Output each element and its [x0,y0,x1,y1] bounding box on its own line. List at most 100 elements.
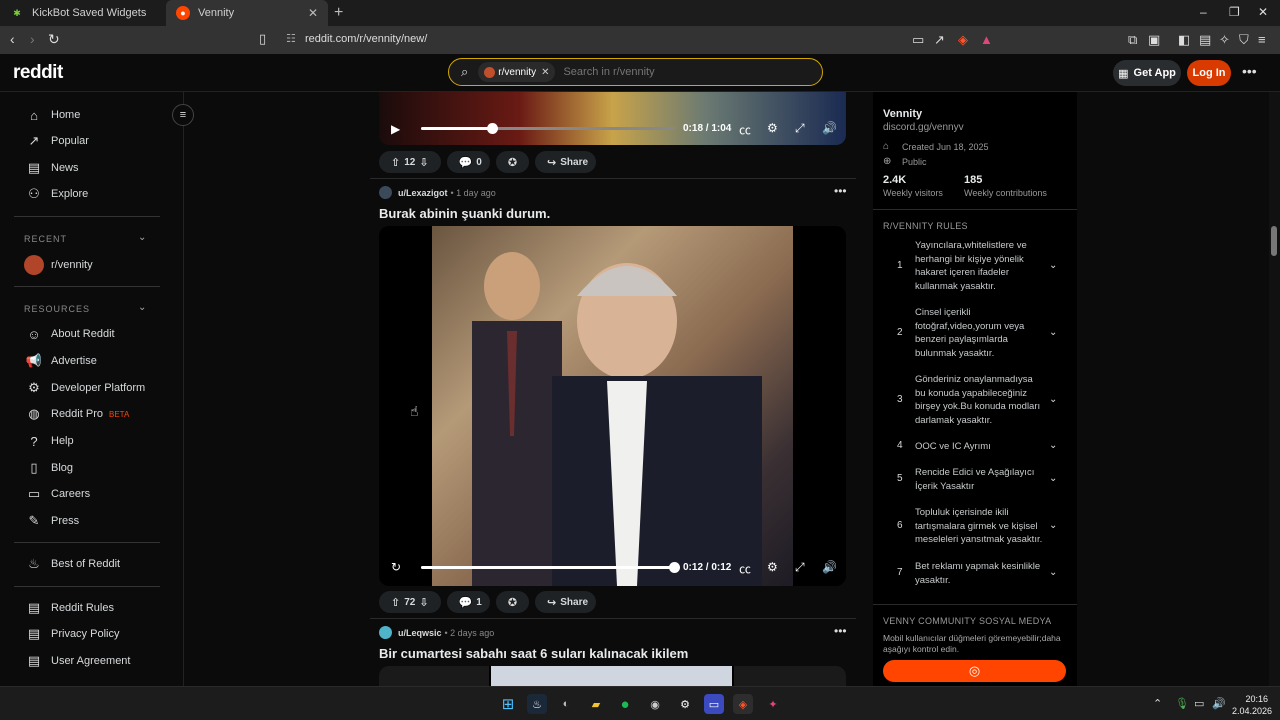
upvote-icon[interactable]: ⇧ [391,596,400,609]
post-author[interactable]: u/Leqwsic [398,628,442,638]
reddit-logo[interactable]: reddit [13,62,63,84]
post-overflow-icon[interactable]: ••• [834,184,847,198]
tab-search-icon[interactable]: ▣ [1148,32,1160,48]
collapse-nav-button[interactable]: ≡ [172,104,194,126]
award-button[interactable]: ✪ [495,151,530,173]
search-input[interactable] [563,66,784,78]
fullscreen-icon[interactable]: ⤢ [795,560,805,575]
spotify-icon[interactable]: ● [615,694,635,714]
nav-blog[interactable]: ▯ Blog [24,455,73,481]
chevron-down-icon[interactable]: ⌄ [1049,260,1057,271]
post-author[interactable]: u/Lexazigot [398,188,448,198]
leo-icon[interactable]: ✧ [1219,32,1230,48]
settings-icon[interactable]: ⚙ [675,694,695,714]
forward-icon[interactable]: › [30,31,35,47]
url-field[interactable]: reddit.com/r/vennity/new/ [305,33,427,45]
nav-privacy[interactable]: ▤ Privacy Policy [24,621,120,647]
github-icon[interactable]: ◉ [645,694,665,714]
recent-heading[interactable]: RECENT [24,234,67,244]
app-icon[interactable]: ✦ [763,694,783,714]
post-media[interactable] [379,666,846,688]
maximize-icon[interactable]: ❐ [1229,5,1240,19]
gear-icon[interactable]: ⚙ [767,121,778,135]
fullscreen-icon[interactable]: ⤢ [795,121,805,136]
upvote-icon[interactable]: ⇧ [391,156,400,169]
steam-icon[interactable]: ♨ [527,694,547,714]
nav-home[interactable]: ⌂ Home [24,102,80,128]
recent-vennity[interactable]: r/vennity [24,252,93,278]
nav-press[interactable]: ✎ Press [24,508,80,534]
brave-icon[interactable]: ◈ [733,694,753,714]
captions-icon[interactable]: ㏄ [739,560,751,577]
share-button[interactable]: ↪ Share [535,151,597,173]
nav-help[interactable]: ? Help [24,428,73,454]
nav-reddit-rules[interactable]: ▤ Reddit Rules [24,595,114,621]
volume-icon[interactable]: 🔊 [822,121,837,135]
chevron-down-icon[interactable]: ⌄ [1049,520,1057,531]
replay-icon[interactable]: ↻ [391,560,401,574]
downvote-icon[interactable]: ⇩ [419,596,428,609]
chip-close-icon[interactable]: ✕ [541,67,549,78]
tab-kickbot[interactable]: ✱ KickBot Saved Widgets [0,0,166,26]
brave-rewards-icon[interactable]: ▲ [980,32,993,47]
volume-icon[interactable]: 🔊 [1212,697,1226,710]
chevron-down-icon[interactable]: ⌄ [1049,567,1057,578]
nav-news[interactable]: ▤ News [24,155,79,181]
file-explorer-icon[interactable]: ▰ [586,694,606,714]
chevron-down-icon[interactable]: ⌄ [138,232,146,243]
search-bar[interactable]: ⌕ r/vennity ✕ [448,58,823,86]
subreddit-chip[interactable]: r/vennity ✕ [478,62,556,82]
community-link[interactable]: discord.gg/vennyv [883,122,964,133]
gear-icon[interactable]: ⚙ [767,560,778,574]
nav-careers[interactable]: ▭ Careers [24,481,90,507]
chevron-down-icon[interactable]: ⌄ [1049,440,1057,451]
resources-heading[interactable]: RESOURCES [24,304,90,314]
get-app-button[interactable]: ▦ Get App [1113,60,1181,86]
chevron-down-icon[interactable]: ⌄ [1049,473,1057,484]
network-icon[interactable]: ▭ [1194,697,1204,710]
captions-icon[interactable]: ㏄ [739,121,751,138]
new-tab-icon[interactable]: + [334,4,343,22]
downvote-icon[interactable]: ⇩ [419,156,428,169]
avatar[interactable] [379,626,392,639]
reload-icon[interactable]: ↻ [48,31,60,48]
app-icon[interactable]: ◐ [556,694,576,714]
system-clock[interactable]: 20:16 2.04.2026 [1232,693,1272,717]
vpn-icon[interactable]: ⛉ [1239,32,1249,48]
video-scrubber[interactable] [486,123,498,134]
window-close-icon[interactable]: ✕ [1258,5,1268,19]
close-icon[interactable]: ✕ [308,6,318,20]
video-player[interactable]: ▶ 0:18 / 1:04 ㏄ ⚙ ⤢ 🔊 [379,92,846,145]
site-settings-icon[interactable]: ☷ [286,32,296,45]
chevron-down-icon[interactable]: ⌄ [1049,327,1057,338]
login-button[interactable]: Log In [1187,60,1231,86]
nav-advertise[interactable]: 📢 Advertise [24,348,97,374]
tab-vennity[interactable]: ● Vennity ✕ [166,0,328,26]
nav-reddit-pro[interactable]: ◍ Reddit Pro BETA [24,401,129,427]
brave-shield-icon[interactable]: ◈ [958,32,968,48]
video-player[interactable]: ↻ 0:12 / 0:12 ㏄ ⚙ ⤢ 🔊 [379,226,846,586]
nav-popular[interactable]: ↗ Popular [24,128,89,154]
share-button[interactable]: ↪ Share [535,591,597,613]
scrollbar-thumb[interactable] [1271,226,1277,256]
minimize-icon[interactable]: – [1200,5,1207,19]
nav-developer[interactable]: ⚙ Developer Platform [24,375,145,401]
cast-icon[interactable]: ▭ [912,32,924,48]
post-title[interactable]: Burak abinin şuanki durum. [379,206,550,221]
nav-user-agreement[interactable]: ▤ User Agreement [24,648,131,674]
extensions-icon[interactable]: ⧉ [1128,32,1137,48]
video-scrubber[interactable] [669,562,680,573]
sidebar-icon[interactable]: ◧ [1178,32,1190,48]
nav-explore[interactable]: ⚇ Explore [24,181,88,207]
chevron-down-icon[interactable]: ⌄ [138,302,146,313]
windows-start-icon[interactable]: ⊞ [498,694,518,714]
volume-icon[interactable]: 🔊 [822,560,837,574]
social-link-button[interactable]: ◎ [883,660,1066,682]
play-icon[interactable]: ▶ [391,122,400,136]
menu-icon[interactable]: ≡ [1258,32,1266,47]
video-progress[interactable] [421,123,674,134]
bookmark-icon[interactable]: ▯ [259,31,266,47]
nav-about[interactable]: ☺ About Reddit [24,321,114,347]
tray-chevron-icon[interactable]: ⌃ [1153,697,1162,710]
post-title[interactable]: Bir cumartesi sabahı saat 6 suları kalın… [379,646,688,661]
